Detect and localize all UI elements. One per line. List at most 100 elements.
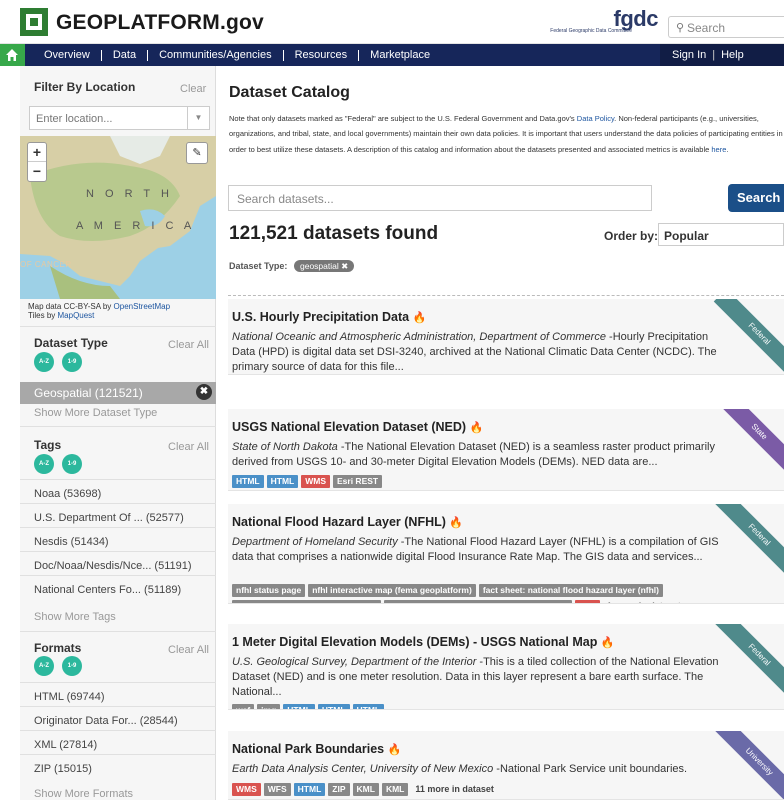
- tags-title: Tags: [34, 438, 62, 452]
- format-tag[interactable]: HTML: [352, 704, 385, 709]
- home-button[interactable]: [0, 44, 25, 66]
- site-search-input[interactable]: ⚲ Search: [668, 16, 784, 38]
- tags-item[interactable]: Nesdis (51434): [34, 536, 109, 548]
- format-tag[interactable]: WMS: [232, 783, 261, 796]
- show-more-formats[interactable]: Show More Formats: [34, 788, 133, 800]
- sort-az-button[interactable]: A-Z: [34, 454, 54, 474]
- help-link[interactable]: Help: [721, 49, 744, 61]
- tags-item[interactable]: National Centers Fo... (51189): [34, 584, 181, 596]
- format-tag[interactable]: get flood maps and data from fema: [232, 600, 382, 603]
- dataset-search-placeholder: Search datasets...: [237, 192, 334, 206]
- flame-icon: 🔥: [412, 312, 427, 324]
- map-zoom-control: + −: [27, 142, 47, 182]
- format-tag[interactable]: HTML: [283, 704, 315, 709]
- chevron-down-icon[interactable]: ▼: [187, 107, 209, 129]
- active-filter-geospatial[interactable]: Geospatial (121521) ✖: [20, 382, 216, 404]
- close-icon[interactable]: ✖: [196, 384, 212, 400]
- format-tag[interactable]: HTML: [317, 704, 350, 709]
- divider: [20, 575, 216, 576]
- pencil-icon[interactable]: ✎: [186, 142, 208, 164]
- sign-in-link[interactable]: Sign In: [672, 49, 706, 61]
- format-tag[interactable]: nfhl status page: [232, 584, 306, 597]
- format-tag[interactable]: WFS: [263, 783, 291, 796]
- format-tag[interactable]: KML: [352, 783, 379, 796]
- site-header: GEOPLATFORM.gov fgdc Federal Geographic …: [0, 0, 784, 44]
- sort-az-button[interactable]: A-Z: [34, 656, 54, 676]
- format-tag[interactable]: Esri REST: [333, 475, 383, 488]
- divider: [20, 479, 216, 480]
- formats-item[interactable]: HTML (69744): [34, 691, 105, 703]
- format-tag[interactable]: PDF: [574, 600, 600, 603]
- format-tag[interactable]: download seamless nationwide nfhl gis da…: [384, 600, 572, 603]
- zoom-out-button[interactable]: −: [28, 162, 46, 181]
- format-tag[interactable]: HTML: [293, 783, 326, 796]
- dataset-title-link[interactable]: National Flood Hazard Layer (NFHL) 🔥: [232, 515, 463, 529]
- tags-item[interactable]: Noaa (53698): [34, 488, 101, 500]
- search-icon: ⚲: [676, 22, 685, 34]
- map-attribution: Map data CC-BY-SA by OpenStreetMap Tiles…: [28, 302, 214, 320]
- order-by-select[interactable]: Popular: [658, 223, 784, 246]
- dataset-type-clear-link[interactable]: Clear All: [168, 339, 209, 351]
- sort-19-button[interactable]: 1-9: [62, 454, 82, 474]
- format-tag[interactable]: ZIP: [328, 783, 350, 796]
- format-tags: nfhl status page nfhl interactive map (fe…: [232, 584, 752, 603]
- dataset-publisher: Earth Data Analysis Center, University o…: [232, 763, 494, 775]
- dataset-search-input[interactable]: Search datasets...: [228, 185, 652, 211]
- mapquest-link[interactable]: MapQuest: [58, 311, 95, 320]
- flame-icon: 🔥: [600, 637, 615, 649]
- format-tag[interactable]: img: [257, 704, 281, 709]
- divider: [20, 326, 216, 327]
- formats-clear-link[interactable]: Clear All: [168, 644, 209, 656]
- formats-item[interactable]: XML (27814): [34, 739, 97, 751]
- tags-clear-link[interactable]: Clear All: [168, 441, 209, 453]
- fgdc-logo[interactable]: fgdc Federal Geographic Data Committee: [530, 6, 660, 38]
- location-map[interactable]: + − ✎ N O R T H A M E R I C A OF CANCER: [20, 136, 216, 299]
- search-button[interactable]: Search: [728, 184, 784, 212]
- attrib-prefix: Map data CC-BY-SA by: [28, 302, 112, 311]
- dataset-type-pill[interactable]: geospatial ✖: [294, 260, 355, 272]
- show-more-dataset-type[interactable]: Show More Dataset Type: [34, 407, 157, 419]
- format-tag[interactable]: fact sheet: national flood hazard layer …: [478, 584, 663, 597]
- format-tag[interactable]: nfhl interactive map (fema geoplatform): [308, 584, 476, 597]
- dataset-title-link[interactable]: U.S. Hourly Precipitation Data 🔥: [232, 310, 426, 324]
- nav-item-marketplace[interactable]: Marketplace: [359, 49, 441, 61]
- dataset-type-title: Dataset Type: [34, 336, 108, 350]
- divider: [20, 426, 216, 427]
- location-input[interactable]: Enter location... ▼: [29, 106, 210, 130]
- format-tag[interactable]: waf: [232, 704, 255, 709]
- formats-item[interactable]: ZIP (15015): [34, 763, 92, 775]
- formats-item[interactable]: Originator Data For... (28544): [34, 715, 178, 727]
- format-tag[interactable]: KML: [381, 783, 409, 796]
- data-policy-link[interactable]: Data Policy: [577, 114, 614, 123]
- geoplatform-logo-icon[interactable]: [20, 8, 48, 36]
- divider: [20, 503, 216, 504]
- tags-item[interactable]: U.S. Department Of ... (52577): [34, 512, 184, 524]
- show-more-tags[interactable]: Show More Tags: [34, 611, 116, 623]
- dataset-card: National Park Boundaries 🔥 Earth Data Ana…: [228, 731, 784, 800]
- site-title[interactable]: GEOPLATFORM.gov: [56, 11, 264, 35]
- nav-item-overview[interactable]: Overview: [33, 49, 102, 61]
- sort-19-button[interactable]: 1-9: [62, 352, 82, 372]
- nav-item-data[interactable]: Data: [102, 49, 149, 61]
- nav-item-communities-agencies[interactable]: Communities/Agencies: [148, 49, 284, 61]
- nav-item-resources[interactable]: Resources: [284, 49, 360, 61]
- sort-az-button[interactable]: A-Z: [34, 352, 54, 372]
- tags-item[interactable]: Doc/Noaa/Nesdis/Nce... (51191): [34, 560, 192, 572]
- formats-title: Formats: [34, 641, 82, 655]
- dataset-publisher: National Oceanic and Atmospheric Adminis…: [232, 331, 606, 343]
- dataset-description: Department of Homeland Security -The Nat…: [232, 535, 732, 565]
- dataset-title-link[interactable]: National Park Boundaries 🔥: [232, 742, 401, 756]
- attrib-tiles: Tiles by: [28, 311, 56, 320]
- format-tag[interactable]: HTML: [266, 475, 299, 488]
- dataset-title-link[interactable]: USGS National Elevation Dataset (NED) 🔥: [232, 420, 483, 434]
- flame-icon: 🔥: [449, 517, 464, 529]
- dataset-description: Earth Data Analysis Center, University o…: [232, 762, 732, 777]
- location-clear-link[interactable]: Clear: [180, 83, 206, 95]
- zoom-in-button[interactable]: +: [28, 143, 46, 162]
- sort-19-button[interactable]: 1-9: [62, 656, 82, 676]
- dataset-title-link[interactable]: 1 Meter Digital Elevation Models (DEMs) …: [232, 635, 615, 649]
- format-tag[interactable]: HTML: [232, 475, 264, 488]
- format-tag[interactable]: WMS: [301, 475, 330, 488]
- here-link[interactable]: here: [711, 145, 726, 154]
- osm-link[interactable]: OpenStreetMap: [114, 302, 170, 311]
